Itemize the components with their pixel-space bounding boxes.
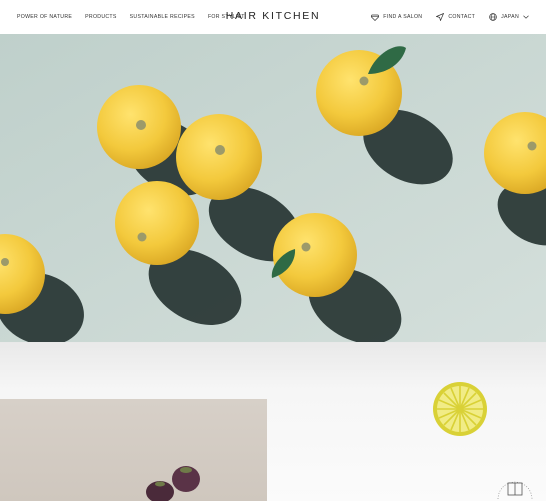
diamond-icon — [371, 14, 380, 21]
nav-power-of-nature[interactable]: POWER OF NATURE — [17, 14, 72, 20]
find-salon-label: FIND A SALON — [383, 14, 423, 20]
send-icon — [436, 13, 445, 21]
mangosteen-photo — [0, 399, 267, 501]
main-nav: POWER OF NATURE PRODUCTS SUSTAINABLE REC… — [17, 0, 245, 34]
globe-icon — [489, 13, 497, 21]
region-selector[interactable]: JAPAN — [489, 13, 529, 21]
lemon-slice-icon — [431, 380, 489, 443]
utility-nav: FIND A SALON CONTACT JAPAN — [371, 0, 529, 34]
book-icon[interactable] — [495, 469, 535, 501]
contact-label: CONTACT — [448, 14, 476, 20]
site-header: POWER OF NATURE PRODUCTS SUSTAINABLE REC… — [0, 0, 546, 34]
contact-link[interactable]: CONTACT — [436, 13, 475, 21]
nav-sustainable-recipes[interactable]: SUSTAINABLE RECIPES — [130, 14, 195, 20]
region-label: JAPAN — [501, 14, 519, 20]
chevron-down-icon — [523, 15, 529, 19]
nav-products[interactable]: PRODUCTS — [85, 14, 117, 20]
find-salon-link[interactable]: FIND A SALON — [371, 14, 422, 21]
lower-section — [0, 342, 546, 501]
page: POWER OF NATURE PRODUCTS SUSTAINABLE REC… — [0, 0, 546, 501]
hero-image — [0, 34, 546, 342]
site-logo[interactable]: HAIR KITCHEN — [226, 10, 321, 22]
